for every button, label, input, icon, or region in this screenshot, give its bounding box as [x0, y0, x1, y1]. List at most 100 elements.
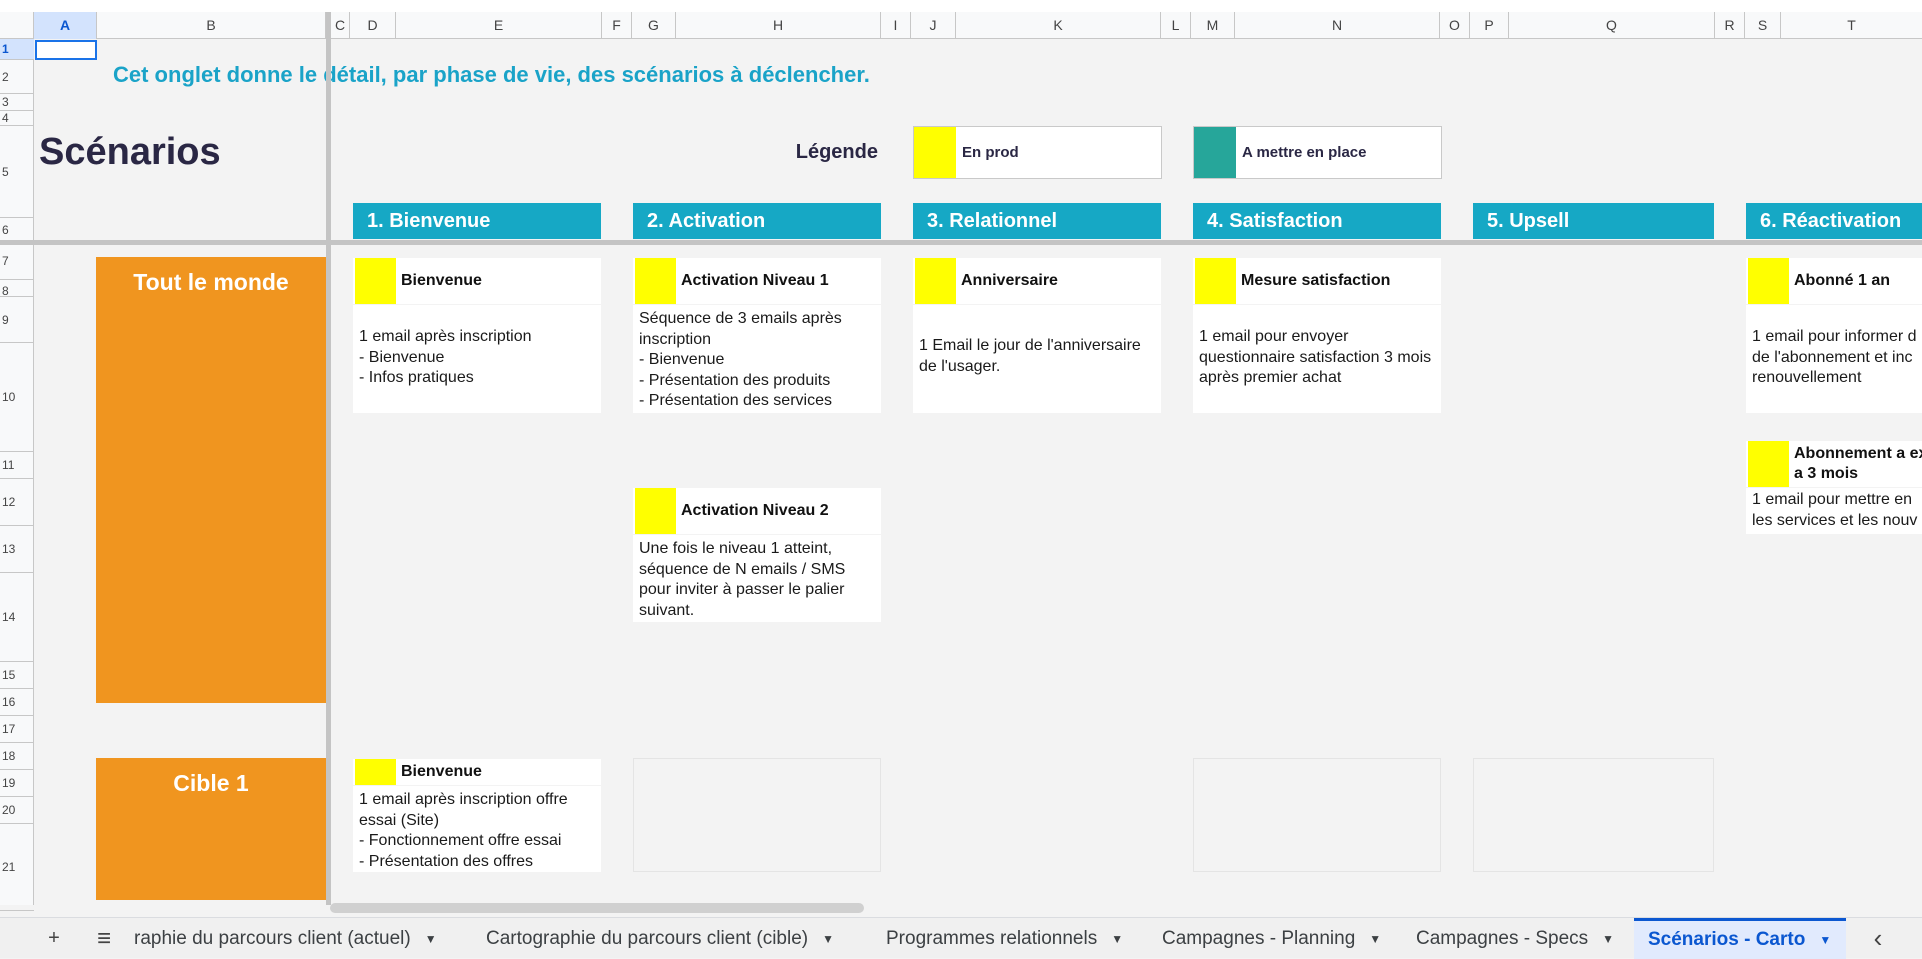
row-header-1[interactable]: 1: [0, 39, 34, 60]
column-header-i[interactable]: I: [881, 12, 911, 39]
row-header-15[interactable]: 15: [0, 662, 34, 689]
chevron-down-icon[interactable]: ▼: [1819, 933, 1831, 947]
empty-scenario-slot[interactable]: [1473, 758, 1714, 872]
column-header-d[interactable]: D: [350, 12, 396, 39]
scenario-title: Bienvenue: [401, 272, 482, 289]
column-header-c[interactable]: C: [331, 12, 350, 39]
select-all-corner[interactable]: [0, 12, 34, 39]
phase-header-satisfaction: 4. Satisfaction: [1193, 203, 1441, 239]
phase-header-activation: 2. Activation: [633, 203, 881, 239]
all-sheets-menu-button[interactable]: ≡: [86, 918, 122, 959]
scenario-card-header[interactable]: Bienvenue: [353, 759, 601, 785]
column-header-a[interactable]: A: [34, 12, 97, 39]
row-header-16[interactable]: 16: [0, 689, 34, 716]
column-header-r[interactable]: R: [1715, 12, 1745, 39]
row-header-19[interactable]: 19: [0, 770, 34, 797]
column-header-n[interactable]: N: [1235, 12, 1440, 39]
column-header-l[interactable]: L: [1161, 12, 1191, 39]
sheet-tab-programmes-relationnels[interactable]: Programmes relationnels ▼: [886, 918, 1140, 959]
scroll-tabs-left-button[interactable]: ‹: [1860, 918, 1896, 959]
status-swatch: [915, 258, 956, 304]
status-swatch: [1748, 258, 1789, 304]
scenario-title: Mesure satisfaction: [1241, 272, 1391, 289]
row-header-bar: 1 2 3 4 5 6 7 8 9 10 11 12 13 14 15 16 1…: [0, 39, 34, 938]
chevron-down-icon[interactable]: ▼: [425, 932, 437, 946]
scenario-card-header[interactable]: Abonné 1 an: [1746, 258, 1922, 304]
row-header-3[interactable]: 3: [0, 94, 34, 111]
scenario-description: 1 Email le jour de l'anniversaire de l'u…: [913, 305, 1161, 413]
sheet-tab-label: Campagnes - Planning: [1162, 927, 1356, 949]
column-header-p[interactable]: P: [1470, 12, 1509, 39]
chevron-down-icon[interactable]: ▼: [822, 932, 834, 946]
row-header-9[interactable]: 9: [0, 297, 34, 343]
scenario-description: 1 email pour mettre en les services et l…: [1746, 488, 1922, 534]
scenario-description: Séquence de 3 emails après inscription -…: [633, 305, 881, 413]
scenario-card-header[interactable]: Mesure satisfaction: [1193, 258, 1441, 304]
empty-scenario-slot[interactable]: [633, 758, 881, 872]
target-block-cible-1: Cible 1: [96, 758, 326, 900]
scenario-title: Activation Niveau 2: [681, 502, 829, 519]
column-header-e[interactable]: E: [396, 12, 602, 39]
sheet-tab-label: raphie du parcours client (actuel): [134, 927, 411, 949]
scenario-title: Activation Niveau 1: [681, 272, 829, 289]
legend-item-label: En prod: [962, 144, 1019, 161]
scenario-title: Anniversaire: [961, 272, 1058, 289]
sheet-tab-campagnes-specs[interactable]: Campagnes - Specs ▼: [1416, 918, 1634, 959]
row-header-14[interactable]: 14: [0, 573, 34, 662]
scenario-card-header[interactable]: Abonnement a ex a 3 mois: [1746, 441, 1922, 487]
frozen-row-divider[interactable]: [0, 240, 1922, 245]
column-header-f[interactable]: F: [602, 12, 632, 39]
row-header-8[interactable]: 8: [0, 285, 34, 297]
selected-cell-a1[interactable]: [35, 40, 97, 60]
status-swatch: [1195, 258, 1236, 304]
horizontal-scrollbar[interactable]: [330, 903, 864, 913]
legend-item-label: A mettre en place: [1242, 144, 1367, 161]
row-header-7[interactable]: 7: [0, 242, 34, 280]
scenario-title: Bienvenue: [401, 763, 482, 780]
scenario-title: Abonné 1 an: [1794, 272, 1891, 289]
status-swatch: [635, 488, 676, 534]
row-header-17[interactable]: 17: [0, 716, 34, 743]
row-header-20[interactable]: 20: [0, 797, 34, 824]
sheet-tab-parcours-actuel[interactable]: raphie du parcours client (actuel) ▼: [134, 918, 460, 959]
row-header-4[interactable]: 4: [0, 111, 34, 126]
scenario-description: 1 email pour informer d de l'abonnement …: [1746, 305, 1922, 413]
column-header-b[interactable]: B: [97, 12, 326, 39]
status-swatch: [355, 759, 396, 785]
row-header-5[interactable]: 5: [0, 126, 34, 218]
column-header-o[interactable]: O: [1440, 12, 1470, 39]
column-header-q[interactable]: Q: [1509, 12, 1715, 39]
sheet-tab-bar: + ≡ raphie du parcours client (actuel) ▼ …: [0, 917, 1922, 959]
column-header-m[interactable]: M: [1191, 12, 1235, 39]
sheet-tab-scenarios-carto[interactable]: Scénarios - Carto ▼: [1634, 918, 1846, 959]
chevron-down-icon[interactable]: ▼: [1369, 932, 1381, 946]
row-header-10[interactable]: 10: [0, 343, 34, 452]
column-header-t[interactable]: T: [1781, 12, 1922, 39]
scenario-card-header[interactable]: Anniversaire: [913, 258, 1161, 304]
sheet-tab-campagnes-planning[interactable]: Campagnes - Planning ▼: [1162, 918, 1398, 959]
add-sheet-button[interactable]: +: [36, 918, 72, 959]
chevron-down-icon[interactable]: ▼: [1111, 932, 1123, 946]
scenario-card-header[interactable]: Bienvenue: [353, 258, 601, 304]
phase-header-upsell: 5. Upsell: [1473, 203, 1714, 239]
row-header-12[interactable]: 12: [0, 479, 34, 526]
target-block-tout-le-monde: Tout le monde: [96, 257, 326, 703]
row-header-18[interactable]: 18: [0, 743, 34, 770]
row-header-6[interactable]: 6: [0, 218, 34, 242]
scenario-card-header[interactable]: Activation Niveau 1: [633, 258, 881, 304]
scenario-card-header[interactable]: Activation Niveau 2: [633, 488, 881, 534]
column-header-s[interactable]: S: [1745, 12, 1781, 39]
column-header-h[interactable]: H: [676, 12, 881, 39]
row-header-11[interactable]: 11: [0, 452, 34, 479]
row-header-21[interactable]: 21: [0, 824, 34, 911]
column-header-j[interactable]: J: [911, 12, 956, 39]
empty-scenario-slot[interactable]: [1193, 758, 1441, 872]
row-header-2[interactable]: 2: [0, 60, 34, 94]
chevron-down-icon[interactable]: ▼: [1602, 932, 1614, 946]
sheet-tab-parcours-cible[interactable]: Cartographie du parcours client (cible) ▼: [486, 918, 862, 959]
row-header-13[interactable]: 13: [0, 526, 34, 573]
column-header-k[interactable]: K: [956, 12, 1161, 39]
status-swatch: [355, 258, 396, 304]
column-header-g[interactable]: G: [632, 12, 676, 39]
frozen-column-divider[interactable]: [326, 12, 331, 905]
